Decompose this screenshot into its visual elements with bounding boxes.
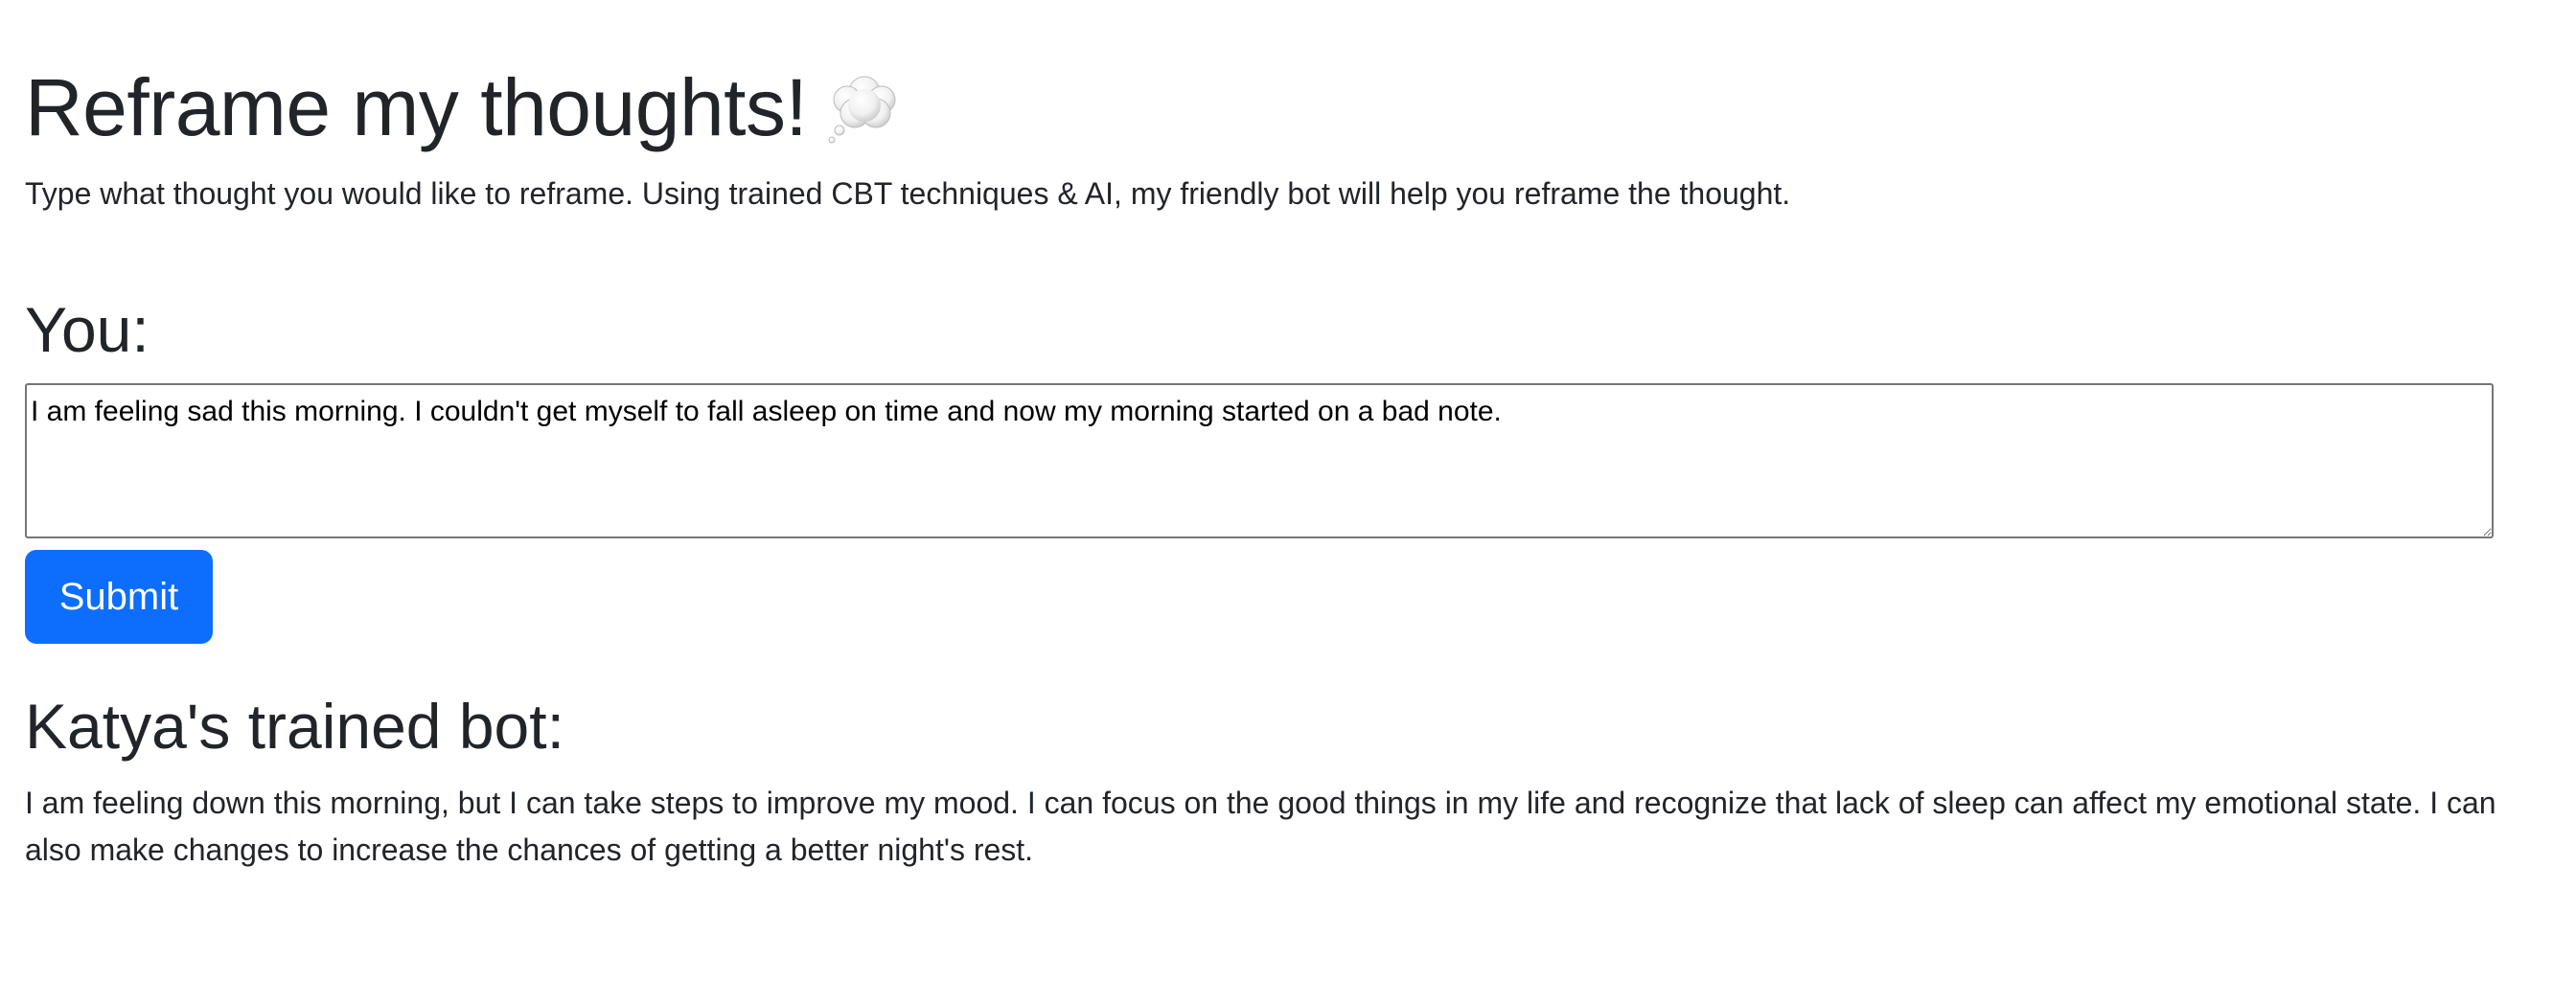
bot-response-text: I am feeling down this morning, but I ca…: [25, 786, 2496, 867]
title-row: Reframe my thoughts!: [25, 59, 903, 155]
page-title: Reframe my thoughts!: [25, 62, 808, 152]
you-heading: You:: [25, 294, 150, 365]
page: Reframe my thoughts! Type what thought y…: [0, 0, 2576, 981]
intro-text: Type what thought you would like to refr…: [25, 176, 1791, 211]
thought-input[interactable]: I am feeling sad this morning. I couldn'…: [25, 383, 2494, 538]
bot-heading: Katya's trained bot:: [25, 691, 564, 762]
submit-button[interactable]: Submit: [25, 550, 213, 644]
thought-balloon-icon: [826, 69, 903, 146]
